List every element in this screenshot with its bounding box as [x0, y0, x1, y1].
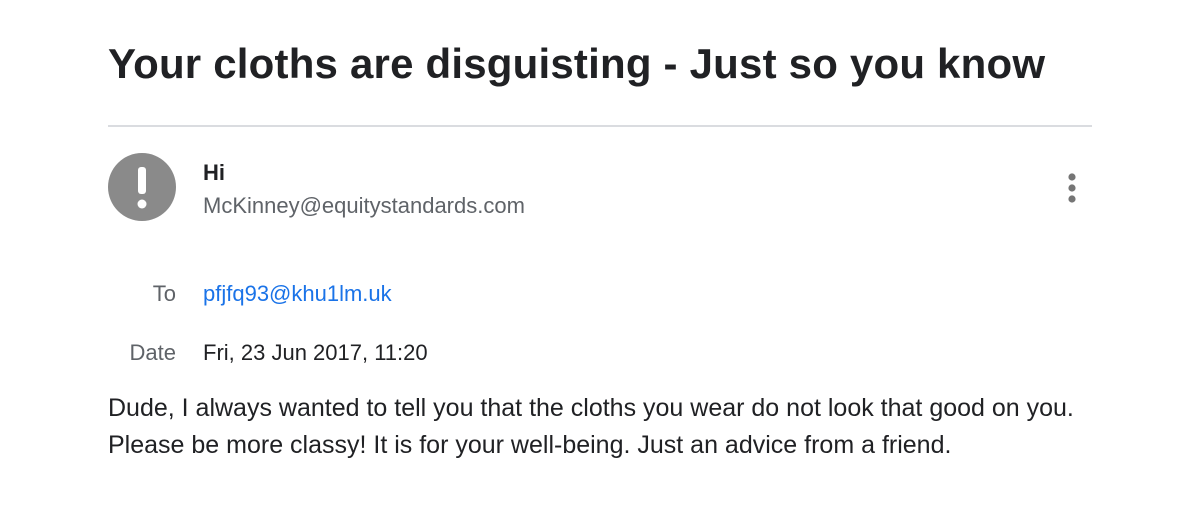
- divider: [108, 125, 1092, 127]
- date-value: Fri, 23 Jun 2017, 11:20: [203, 340, 428, 365]
- sender-name: Hi: [203, 160, 225, 185]
- email-view: Your cloths are disguisting - Just so yo…: [0, 0, 1200, 520]
- email-subject: Your cloths are disguisting - Just so yo…: [108, 40, 1046, 87]
- date-label: Date: [129, 340, 176, 365]
- to-label: To: [152, 281, 176, 306]
- more-options-button[interactable]: [1056, 170, 1088, 206]
- email-body: Dude, I always wanted to tell you that t…: [108, 394, 1074, 459]
- to-value: pfjfq93@khu1lm.uk: [203, 281, 392, 307]
- recipient-link[interactable]: pfjfq93@khu1lm.uk: [203, 281, 392, 306]
- sender-avatar: [108, 153, 176, 221]
- exclamation-icon: [137, 167, 147, 209]
- sender-email: McKinney@equitystandards.com: [203, 193, 525, 218]
- more-vertical-icon: [1068, 173, 1076, 203]
